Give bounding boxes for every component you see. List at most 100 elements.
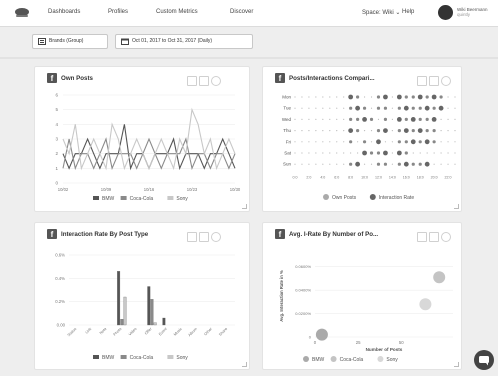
chat-support-button[interactable] xyxy=(474,350,494,370)
expand-icon[interactable] xyxy=(429,232,439,242)
date-range-filter[interactable]: Oct 01, 2017 to Oct 31, 2017 (Daily) xyxy=(115,34,253,49)
grid-dot xyxy=(343,152,345,154)
grid-dot xyxy=(294,163,296,165)
resize-handle[interactable] xyxy=(242,204,247,209)
punch-marker xyxy=(425,117,429,121)
nav-profiles[interactable]: Profiles xyxy=(108,9,128,15)
chat-icon xyxy=(479,356,489,366)
expand-icon[interactable] xyxy=(199,76,209,86)
punch-marker xyxy=(411,106,415,110)
x-tick-label: Note xyxy=(99,327,108,336)
grid-dot xyxy=(391,130,393,132)
grid-dot xyxy=(447,163,449,165)
card-interaction-rate-post-type: f Interaction Rate By Post Type 0.00 0.2%… xyxy=(34,222,250,370)
punch-marker xyxy=(356,95,360,99)
x-tick-label: 2:0 xyxy=(306,175,311,179)
grid-dot xyxy=(329,118,331,120)
user-menu[interactable]: Wiki Beermann quintly xyxy=(457,7,488,17)
y-tick-label: 0.0200% xyxy=(295,311,311,316)
grid-dot xyxy=(301,141,303,143)
expand-icon[interactable] xyxy=(199,232,209,242)
legend-marker xyxy=(303,356,309,362)
space-selector[interactable]: Space: Wiki ⌄ xyxy=(362,9,400,16)
legend-marker xyxy=(93,355,99,359)
y-tick-label: Sat xyxy=(284,151,292,156)
grid-dot xyxy=(308,107,310,109)
card-title: Posts/Interactions Compari... xyxy=(289,75,375,82)
punch-marker xyxy=(403,128,409,133)
grid-dot xyxy=(391,163,393,165)
download-icon[interactable] xyxy=(187,76,197,86)
resize-handle[interactable] xyxy=(454,362,459,367)
x-tick-label: 8:0 xyxy=(348,175,353,179)
settings-icon[interactable] xyxy=(211,76,221,86)
punch-marker xyxy=(355,161,361,167)
card-toolbar xyxy=(185,229,221,242)
bar-cocacola xyxy=(120,319,124,326)
punch-marker xyxy=(397,106,401,110)
date-range-label: Oct 01, 2017 to Oct 31, 2017 (Daily) xyxy=(132,38,213,44)
nav-discover[interactable]: Discover xyxy=(230,9,253,15)
punch-marker xyxy=(418,140,422,144)
x-tick-label: Video xyxy=(128,327,138,337)
resize-handle[interactable] xyxy=(242,362,247,367)
punch-marker xyxy=(403,161,409,167)
grid-dot xyxy=(329,141,331,143)
x-tick-label: Status xyxy=(67,327,78,338)
settings-icon[interactable] xyxy=(441,232,451,242)
download-icon[interactable] xyxy=(187,232,197,242)
grid-dot xyxy=(391,107,393,109)
y-tick-label: Sun xyxy=(283,162,292,167)
punch-marker xyxy=(355,105,361,111)
settings-icon[interactable] xyxy=(211,232,221,242)
user-avatar[interactable] xyxy=(438,5,453,20)
punch-marker xyxy=(383,128,388,133)
download-icon[interactable] xyxy=(417,232,427,242)
avg-irate-scatter-chart: 0 0.0200% 0.0400% 0.0600% 0 25 50 Number of Pos… xyxy=(279,264,453,363)
download-icon[interactable] xyxy=(417,76,427,86)
grid-dot xyxy=(454,141,456,143)
y-tick-label: 0.0600% xyxy=(295,264,311,269)
grid-dot xyxy=(336,141,338,143)
punch-marker xyxy=(410,117,416,122)
grid-dot xyxy=(440,163,442,165)
punch-marker xyxy=(362,106,367,110)
y-tick-label: 0 xyxy=(55,181,58,186)
grid-dot xyxy=(322,130,324,132)
punch-marker xyxy=(356,117,360,121)
bar-sony xyxy=(123,296,127,326)
punch-marker xyxy=(431,94,437,100)
space-label: Space: Wiki xyxy=(362,10,394,16)
legend-marker xyxy=(377,356,384,362)
punch-marker xyxy=(376,139,381,145)
interaction-rate-bar-chart: 0.00 0.2% 0.4% 0.6% Status Link Note Photo Video… xyxy=(55,253,235,361)
y-tick-label: 0.6% xyxy=(55,253,65,258)
punch-marker xyxy=(404,151,408,155)
y-tick-label: Mon xyxy=(282,95,291,100)
nav-help[interactable]: Help xyxy=(402,9,414,15)
grid-dot xyxy=(343,107,345,109)
punch-marker xyxy=(396,150,402,156)
facebook-icon: f xyxy=(275,229,285,239)
x-tick-label: Share xyxy=(218,327,228,337)
nav-dashboards[interactable]: Dashboards xyxy=(48,9,80,15)
expand-icon[interactable] xyxy=(429,76,439,86)
grid-dot xyxy=(315,118,317,120)
calendar-icon xyxy=(121,38,129,45)
resize-handle[interactable] xyxy=(454,204,459,209)
legend-label: Own Posts xyxy=(332,195,357,201)
card-toolbar xyxy=(415,229,451,242)
legend-label: BMW xyxy=(102,355,115,361)
punch-marker xyxy=(383,162,388,166)
y-tick-label: 3 xyxy=(55,137,58,142)
nav-custom-metrics[interactable]: Custom Metrics xyxy=(156,9,198,15)
y-axis-title: Avg. Interaction Rate in % xyxy=(279,270,284,322)
punch-marker xyxy=(362,140,367,144)
punch-marker xyxy=(397,140,401,144)
profile-group-filter[interactable]: Brands (Group) xyxy=(32,34,108,49)
y-tick-label: Tue xyxy=(283,106,291,111)
y-tick-label: Thu xyxy=(283,128,291,133)
x-tick-label: 10/02 xyxy=(58,187,69,192)
settings-icon[interactable] xyxy=(441,76,451,86)
app-logo-icon[interactable] xyxy=(14,7,30,19)
